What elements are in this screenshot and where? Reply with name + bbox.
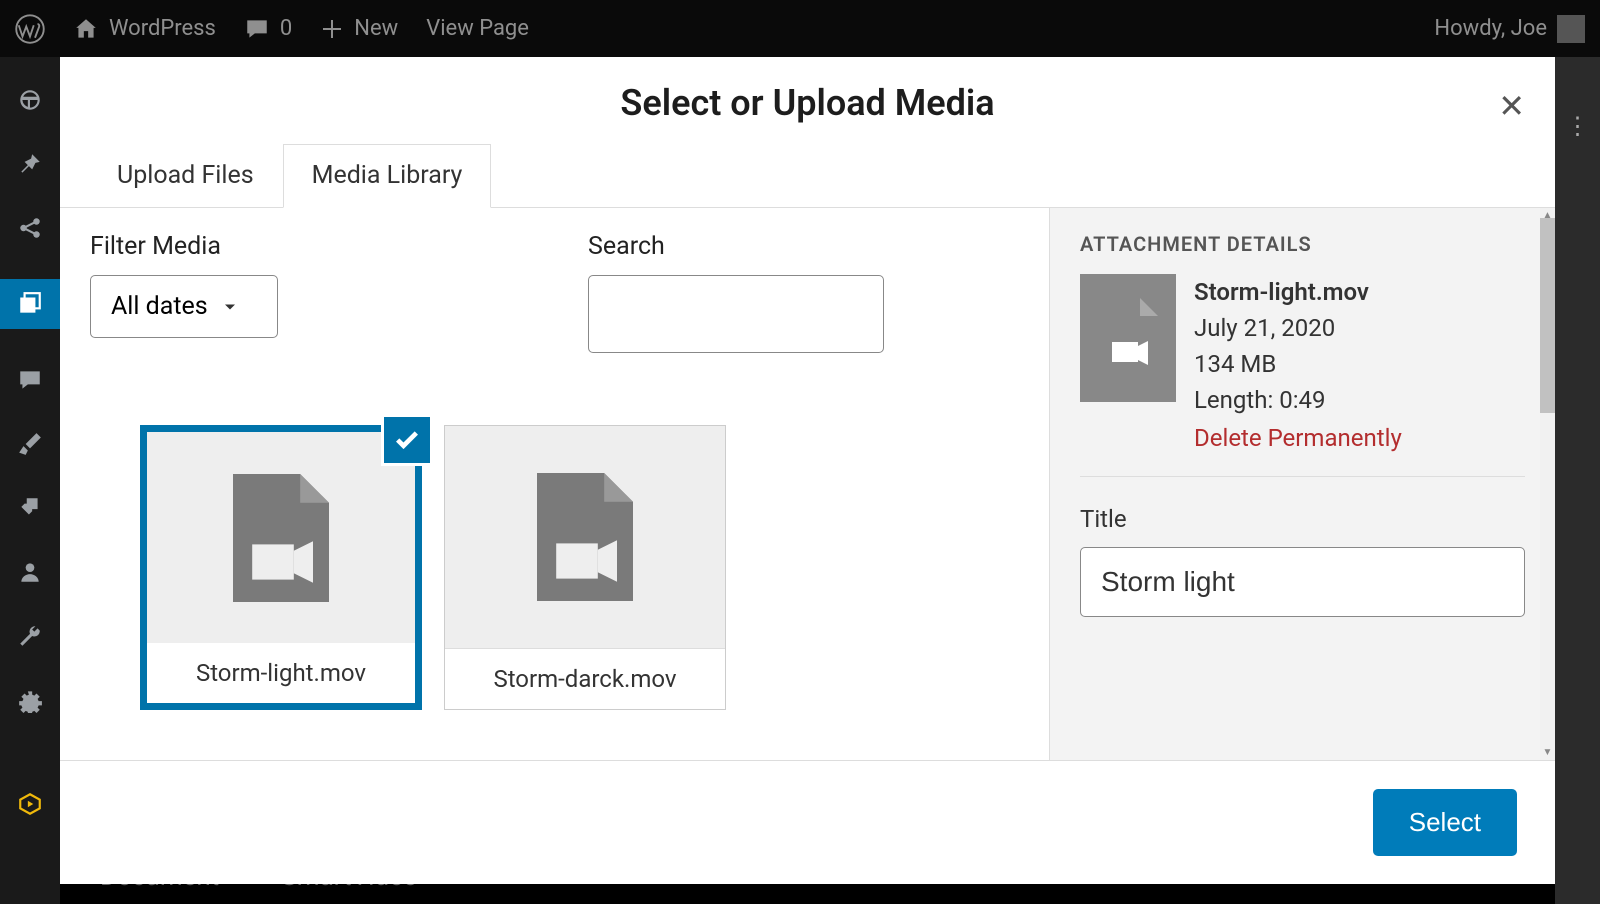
select-button[interactable]: Select	[1373, 789, 1517, 856]
date-filter-select[interactable]: All dates	[90, 275, 278, 338]
new-content-link[interactable]: New	[320, 16, 398, 41]
comment-icon	[244, 16, 270, 42]
more-options-icon[interactable]: ⋮	[1566, 112, 1590, 140]
admin-sidebar	[0, 57, 60, 904]
scroll-down-icon[interactable]: ▼	[1540, 745, 1555, 760]
delete-permanently-link[interactable]: Delete Permanently	[1194, 420, 1402, 456]
modal-footer: Select	[60, 760, 1555, 884]
tab-upload-files[interactable]: Upload Files	[88, 144, 283, 207]
play-icon[interactable]	[17, 791, 43, 817]
attachment-size: 134 MB	[1194, 346, 1402, 382]
share-icon[interactable]	[17, 215, 43, 241]
view-page-link[interactable]: View Page	[426, 16, 529, 41]
chevron-down-icon	[220, 297, 240, 317]
site-home-link[interactable]: WordPress	[73, 16, 216, 42]
media-icon[interactable]	[0, 279, 60, 329]
video-file-icon	[233, 474, 329, 602]
search-label: Search	[588, 232, 884, 261]
brush-icon[interactable]	[17, 431, 43, 457]
scroll-thumb[interactable]	[1540, 218, 1555, 413]
modal-title: Select or Upload Media	[60, 82, 1555, 124]
media-item[interactable]: Storm-light.mov	[140, 425, 422, 710]
media-grid: Storm-light.mov Storm-darck.mov	[140, 425, 726, 710]
media-filename: Storm-darck.mov	[445, 648, 725, 709]
admin-bar: WordPress 0 New View Page Howdy, Joe	[0, 0, 1600, 57]
dashboard-icon[interactable]	[17, 87, 43, 113]
attachment-details-heading: ATTACHMENT DETAILS	[1080, 232, 1525, 256]
new-label: New	[354, 16, 398, 41]
attachment-meta: Storm-light.mov July 21, 2020 134 MB Len…	[1194, 274, 1402, 456]
site-name: WordPress	[109, 16, 216, 41]
attachment-thumbnail	[1080, 274, 1176, 402]
modal-tabs: Upload Files Media Library	[60, 144, 1555, 208]
settings-icon[interactable]	[17, 687, 43, 713]
home-icon	[73, 16, 99, 42]
media-thumbnail	[445, 426, 725, 648]
video-file-icon	[1098, 298, 1158, 378]
tools-icon[interactable]	[17, 623, 43, 649]
title-field-label: Title	[1080, 505, 1525, 533]
date-filter-value: All dates	[111, 292, 208, 321]
search-input[interactable]	[588, 275, 884, 353]
attachment-length: Length: 0:49	[1194, 382, 1402, 418]
comments-link[interactable]: 0	[244, 16, 292, 42]
editor-right-edge: ⋮	[1555, 57, 1600, 904]
howdy-user[interactable]: Howdy, Joe	[1434, 15, 1585, 43]
comments-count: 0	[280, 16, 292, 41]
wp-logo[interactable]	[15, 14, 45, 44]
attachment-filename: Storm-light.mov	[1194, 274, 1402, 310]
check-icon[interactable]	[381, 414, 433, 466]
media-filename: Storm-light.mov	[147, 643, 415, 703]
title-input[interactable]	[1080, 547, 1525, 617]
users-icon[interactable]	[17, 559, 43, 585]
plugins-icon[interactable]	[17, 495, 43, 521]
scrollbar[interactable]: ▲ ▼	[1540, 208, 1555, 760]
media-item[interactable]: Storm-darck.mov	[444, 425, 726, 710]
filter-media-label: Filter Media	[90, 232, 278, 261]
pin-icon[interactable]	[17, 151, 43, 177]
video-file-icon	[537, 473, 633, 601]
modal-header: Select or Upload Media ✕	[60, 57, 1555, 144]
avatar	[1557, 15, 1585, 43]
plus-icon	[320, 17, 344, 41]
divider	[1080, 476, 1525, 477]
attachment-details-panel: ▲ ▼ ATTACHMENT DETAILS Storm-light.mov J…	[1050, 208, 1555, 760]
howdy-text: Howdy, Joe	[1434, 16, 1547, 41]
close-icon[interactable]: ✕	[1498, 87, 1525, 125]
attachment-date: July 21, 2020	[1194, 310, 1402, 346]
tab-media-library[interactable]: Media Library	[283, 144, 492, 208]
media-modal: Select or Upload Media ✕ Upload Files Me…	[60, 57, 1555, 844]
comments-menu-icon[interactable]	[17, 367, 43, 393]
media-thumbnail	[147, 432, 415, 643]
